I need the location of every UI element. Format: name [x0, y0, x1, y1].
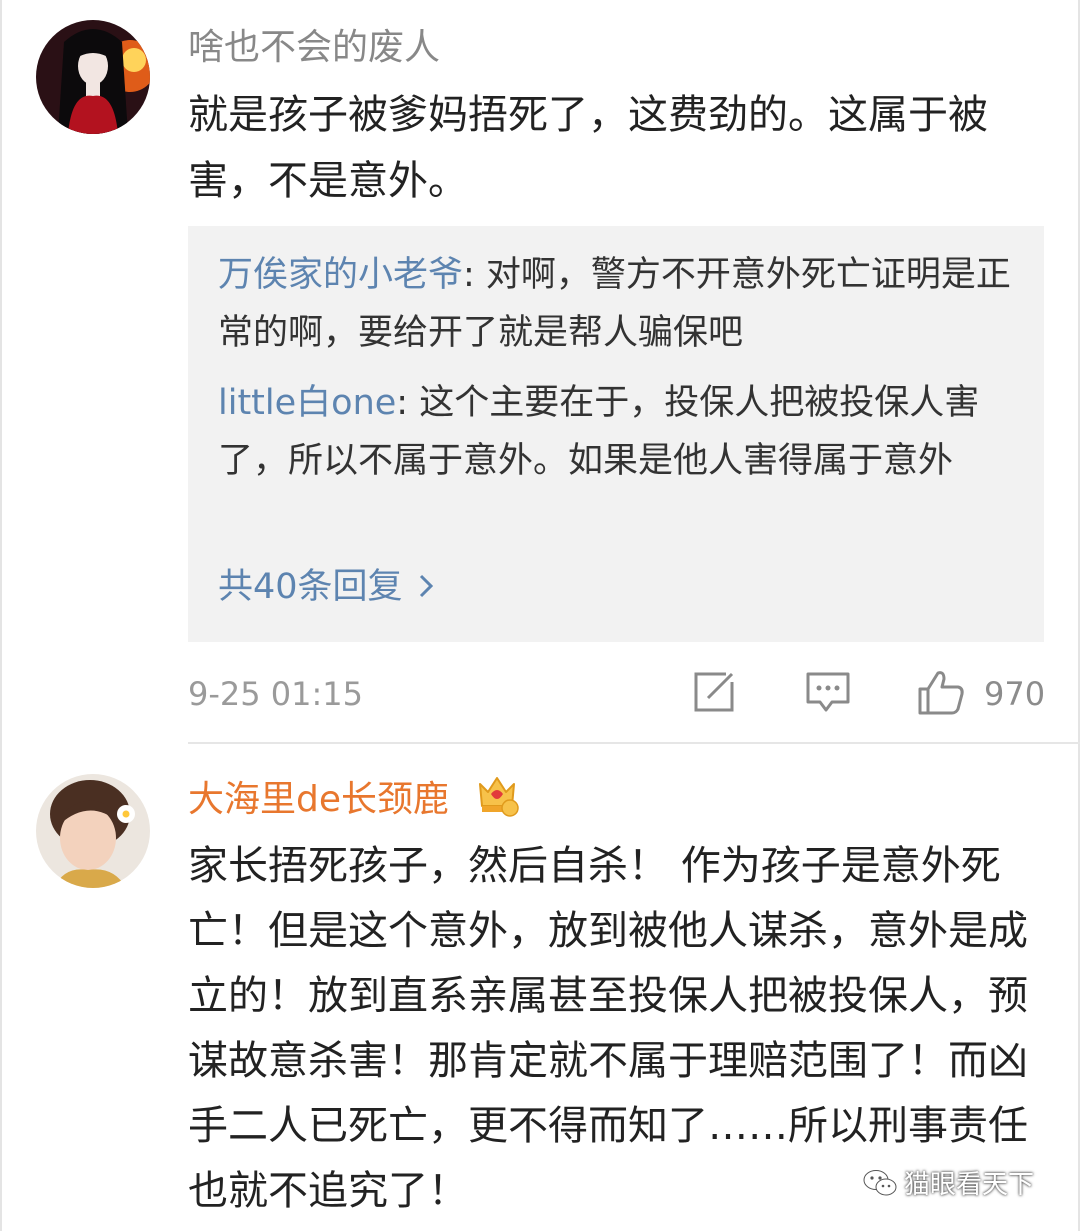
comment-feed: 啥也不会的废人 就是孩子被爹妈捂死了，这费劲的。这属于被害，不是意外。 万俟家的…	[0, 0, 1080, 1231]
reply-author[interactable]: 万俟家的小老爷	[218, 255, 463, 295]
vip-crown-badge	[474, 772, 520, 818]
comment-button[interactable]	[804, 668, 852, 720]
thumbs-up-icon	[916, 667, 966, 721]
comment-text: 就是孩子被爹妈捂死了，这费劲的。这属于被害，不是意外。	[188, 92, 988, 204]
wechat-watermark-icon	[863, 1169, 897, 1195]
reply-author[interactable]: little白one	[218, 383, 396, 423]
username[interactable]: 大海里de长颈鹿	[188, 778, 449, 822]
watermark-text: 猫眼看天下	[904, 1170, 1035, 1200]
left-edge-border	[0, 0, 2, 1231]
avatar[interactable]	[36, 774, 150, 888]
like-button[interactable]: 970	[916, 668, 1045, 720]
like-count: 970	[984, 675, 1046, 713]
more-replies-label: 共40条回复	[218, 567, 403, 607]
share-edit-icon	[690, 668, 738, 720]
avatar-image	[36, 774, 150, 888]
reply-item[interactable]: little白one: 这个主要在于，投保人把被投保人害了，所以不属于意外。如果…	[218, 374, 1018, 490]
reply-preview-box[interactable]: 万俟家的小老爷: 对啊，警方不开意外死亡证明是正常的啊，要给开了就是帮人骗保吧 …	[188, 226, 1044, 642]
watermark: 猫眼看天下	[862, 1164, 1034, 1201]
comment-divider	[188, 742, 1080, 744]
repost-button[interactable]	[690, 668, 738, 720]
username[interactable]: 啥也不会的废人	[188, 26, 440, 70]
view-all-replies-link[interactable]: 共40条回复	[218, 562, 433, 612]
avatar[interactable]	[36, 20, 150, 134]
avatar-image	[36, 20, 150, 134]
reply-item[interactable]: 万俟家的小老爷: 对啊，警方不开意外死亡证明是正常的啊，要给开了就是帮人骗保吧	[218, 246, 1018, 362]
comment-timestamp: 9-25 01:15	[188, 675, 364, 713]
comment-icon	[804, 668, 852, 720]
chevron-right-icon	[419, 562, 433, 612]
